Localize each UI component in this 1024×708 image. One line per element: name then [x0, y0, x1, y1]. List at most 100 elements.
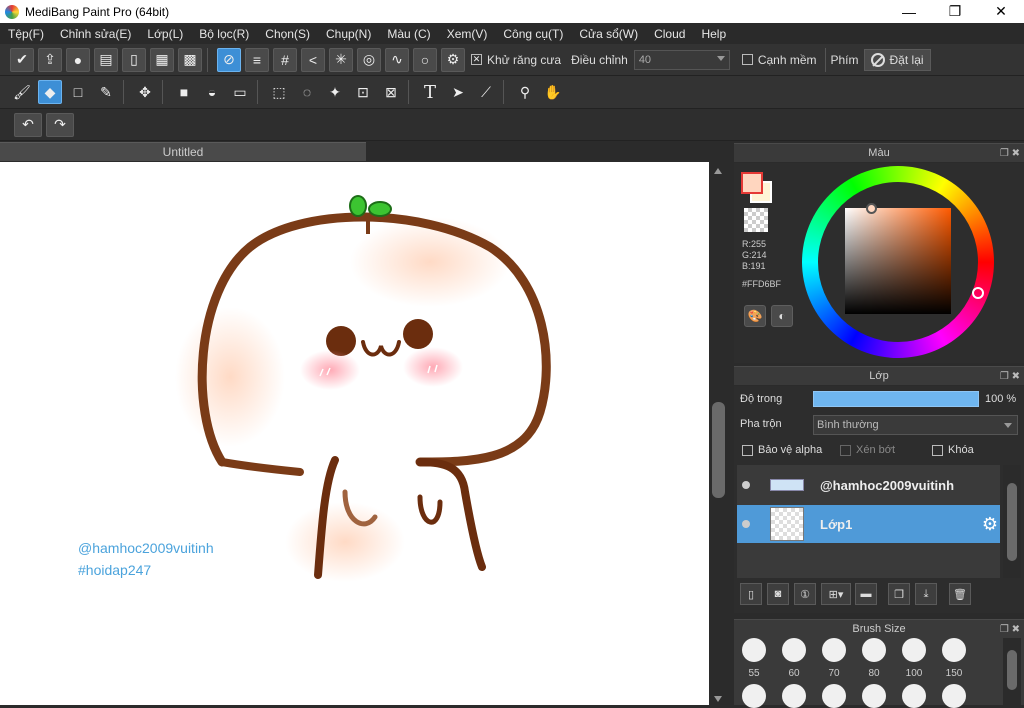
menu-filter[interactable]: Bộ lọc(R): [191, 27, 257, 41]
panel-controls-icon[interactable]: ❐ ✖: [1000, 620, 1020, 639]
brush-scrollbar[interactable]: [1003, 638, 1021, 705]
redo-icon[interactable]: ↷: [46, 112, 74, 137]
document-tab[interactable]: Untitled: [0, 142, 366, 161]
bucket-tool-icon[interactable]: ◒: [200, 80, 224, 104]
eyedropper-tool-icon[interactable]: ⚲: [513, 80, 537, 104]
menu-color[interactable]: Màu (C): [379, 27, 438, 41]
menu-edit[interactable]: Chỉnh sửa(E): [52, 27, 139, 41]
brush-size-item[interactable]: 150: [936, 638, 972, 679]
adjust-select[interactable]: 40: [633, 49, 730, 70]
comment-icon[interactable]: ▤: [94, 47, 118, 72]
menu-help[interactable]: Help: [693, 27, 734, 41]
saturation-value-square[interactable]: [845, 208, 951, 314]
drawing-canvas[interactable]: @hamhoc2009vuitinh #hoidap247: [0, 162, 709, 705]
hue-picker-handle[interactable]: [972, 287, 984, 299]
brush-size-item[interactable]: [936, 684, 972, 708]
concentric-snap-icon[interactable]: ◎: [357, 47, 381, 72]
select-pen-tool-icon[interactable]: ⊡: [351, 80, 375, 104]
delete-layer-trash-icon[interactable]: 🗑: [949, 583, 971, 605]
layer-settings-gear-icon[interactable]: ⚙: [982, 514, 998, 535]
panel-controls-icon[interactable]: ❐ ✖: [1000, 144, 1020, 163]
gradient-tool-icon[interactable]: ▭: [228, 80, 252, 104]
perspective-snap-icon[interactable]: <: [301, 47, 325, 72]
eraser-tool-icon[interactable]: ◆: [38, 80, 62, 104]
duplicate-layer-icon[interactable]: ❐: [888, 583, 910, 605]
cloud-save-icon[interactable]: ✔: [10, 47, 34, 72]
menu-tools[interactable]: Công cụ(T): [495, 27, 571, 41]
menu-select[interactable]: Chọn(S): [257, 27, 318, 41]
visibility-icon[interactable]: [742, 520, 750, 528]
scroll-thumb[interactable]: [1007, 650, 1017, 690]
brush-size-item[interactable]: [896, 684, 932, 708]
scroll-up-icon[interactable]: [714, 168, 722, 174]
panel-divide-tool-icon[interactable]: ⟋: [474, 80, 498, 104]
magic-wand-tool-icon[interactable]: ✦: [323, 80, 347, 104]
menu-window[interactable]: Cửa sổ(W): [571, 27, 646, 41]
select-eraser-tool-icon[interactable]: ⊠: [379, 80, 403, 104]
select-rect-tool-icon[interactable]: ⬚: [267, 80, 291, 104]
layer-row[interactable]: @hamhoc2009vuitinh: [737, 466, 1000, 504]
brush-size-item[interactable]: [776, 684, 812, 708]
grid-snap-icon[interactable]: #: [273, 47, 297, 72]
brush-size-item[interactable]: 100: [896, 638, 932, 679]
primary-color-swatch[interactable]: [741, 172, 763, 194]
lock-checkbox[interactable]: Khóa: [926, 444, 974, 456]
panel-controls-icon[interactable]: ❐ ✖: [1000, 367, 1020, 386]
new-layer-icon[interactable]: ▯: [740, 583, 762, 605]
antialias-checkbox[interactable]: ✕ Khử răng cưa: [471, 53, 561, 67]
protect-alpha-checkbox[interactable]: Bảo vệ alpha: [740, 444, 822, 456]
scroll-down-icon[interactable]: [714, 696, 722, 702]
move-tool-icon[interactable]: ✥: [133, 80, 157, 104]
clipping-checkbox[interactable]: Xén bớt: [834, 444, 895, 456]
scroll-thumb[interactable]: [712, 402, 725, 498]
menu-snap[interactable]: Chụp(N): [318, 27, 379, 41]
merge-layer-icon[interactable]: ⤓: [915, 583, 937, 605]
visibility-icon[interactable]: [742, 481, 750, 489]
new-1bit-layer-icon[interactable]: ①: [794, 583, 816, 605]
circle-snap-icon[interactable]: ○: [413, 47, 437, 72]
share-icon[interactable]: ⇪: [38, 47, 62, 72]
opacity-slider[interactable]: [813, 391, 979, 407]
reset-button[interactable]: Đặt lại: [863, 48, 931, 71]
new-halftone-layer-icon[interactable]: ◙: [767, 583, 789, 605]
hand-tool-icon[interactable]: ✋: [541, 80, 565, 104]
panel-icon[interactable]: ▦: [150, 47, 174, 72]
radial-snap-icon[interactable]: ✳: [329, 47, 353, 72]
grid-edit-icon[interactable]: ▩: [178, 47, 202, 72]
palette-edit-icon[interactable]: ◐: [771, 305, 793, 327]
curve-snap-icon[interactable]: ∿: [385, 47, 409, 72]
page-icon[interactable]: ▯: [122, 47, 146, 72]
maximize-button[interactable]: ❐: [932, 0, 978, 23]
text-tool-icon[interactable]: T: [418, 80, 442, 104]
snap-settings-gear-icon[interactable]: ⚙: [441, 47, 465, 72]
menu-cloud[interactable]: Cloud: [646, 27, 693, 41]
operation-tool-icon[interactable]: ➤: [446, 80, 470, 104]
fill-rect-tool-icon[interactable]: ■: [172, 80, 196, 104]
sv-picker-handle[interactable]: [866, 203, 877, 214]
parallel-snap-icon[interactable]: ≡: [245, 47, 269, 72]
menu-view[interactable]: Xem(V): [439, 27, 496, 41]
undo-icon[interactable]: ↶: [14, 112, 42, 137]
lasso-tool-icon[interactable]: ◌: [295, 80, 319, 104]
blend-mode-select[interactable]: Bình thường: [813, 415, 1018, 435]
brush-size-item[interactable]: [856, 684, 892, 708]
folder-icon[interactable]: ▬: [855, 583, 877, 605]
layer-scrollbar[interactable]: [1003, 465, 1021, 578]
canvas-scrollbar[interactable]: [709, 162, 728, 705]
brush-tool-icon[interactable]: 🖌: [10, 80, 34, 104]
speech-bubble-icon[interactable]: ●: [66, 47, 90, 72]
brush-size-item[interactable]: 55: [736, 638, 772, 679]
scroll-thumb[interactable]: [1007, 483, 1017, 561]
palette-icon[interactable]: 🎨: [744, 305, 766, 327]
brush-size-item[interactable]: [736, 684, 772, 708]
dot-brush-tool-icon[interactable]: ✎: [94, 80, 118, 104]
layer-row-selected[interactable]: Lớp1 ⚙: [737, 505, 1000, 543]
minimize-button[interactable]: —: [886, 0, 932, 23]
transparent-color-swatch[interactable]: [744, 208, 768, 232]
snap-off-icon[interactable]: ⊘: [217, 47, 241, 72]
rectangle-outline-tool-icon[interactable]: □: [66, 80, 90, 104]
brush-size-item[interactable]: 70: [816, 638, 852, 679]
add-layer-menu-icon[interactable]: ⊞▾: [821, 583, 851, 605]
menu-layer[interactable]: Lớp(L): [139, 27, 191, 41]
soft-edge-checkbox[interactable]: Cạnh mềm: [741, 53, 817, 67]
